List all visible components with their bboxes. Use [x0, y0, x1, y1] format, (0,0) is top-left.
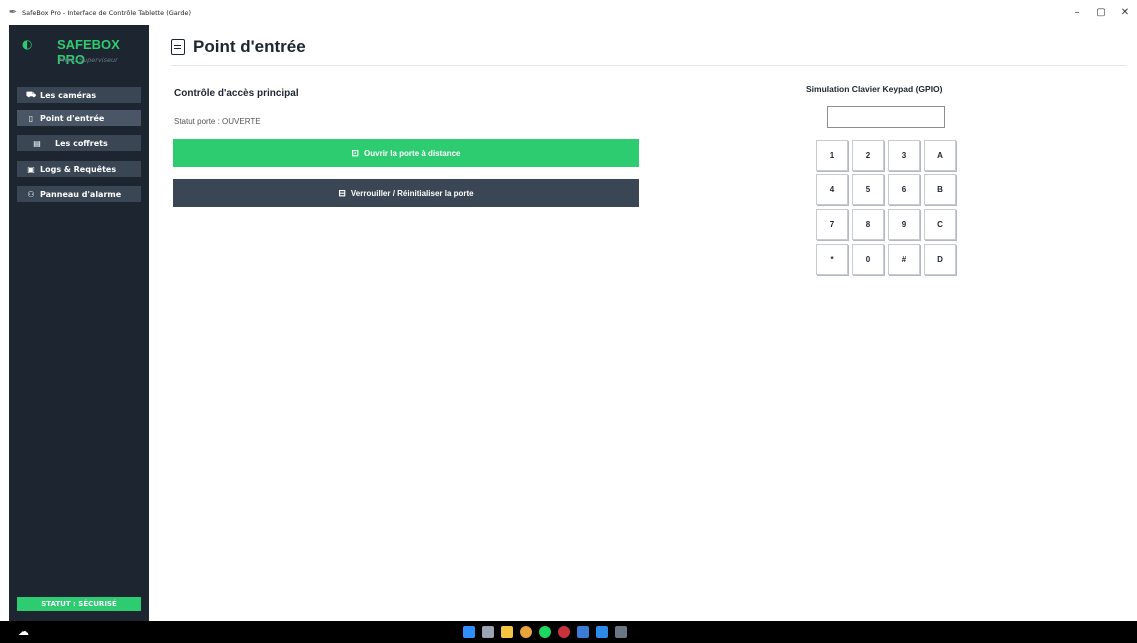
page-title: Point d'entrée	[193, 37, 306, 56]
main-panel: Point d'entrée Contrôle d'accès principa…	[149, 25, 1137, 621]
sidebar-item-cameras[interactable]: ⛟ Les caméras	[17, 87, 141, 103]
door-status: Statut porte : OUVERTE	[174, 117, 261, 126]
brand-subtitle: Menu Superviseur	[59, 56, 118, 64]
brand: ◐ SAFEBOX PRO Menu Superviseur	[9, 37, 149, 67]
sidebar-item-label: Les caméras	[40, 90, 97, 100]
lock-door-label: Verrouiller / Réinitialiser la porte	[350, 188, 474, 198]
lock-door-button[interactable]: ⊟ Verrouiller / Réinitialiser la porte	[173, 179, 639, 207]
key-1[interactable]: 1	[816, 140, 848, 171]
sidebar-item-safes[interactable]: ▤ Les coffrets	[17, 135, 141, 151]
sidebar-item-logs[interactable]: ▣ Logs & Requêtes	[17, 161, 141, 177]
sidebar-item-label: Point d'entrée	[40, 113, 105, 123]
open-door-label: Ouvrir la porte à distance	[364, 148, 461, 158]
key-4[interactable]: 4	[816, 174, 848, 205]
python-app-icon[interactable]	[615, 626, 627, 638]
window-title: SafeBox Pro - Interface de Contrôle Tabl…	[22, 8, 191, 17]
key-6[interactable]: 6	[888, 174, 920, 205]
key-2[interactable]: 2	[852, 140, 884, 171]
key-0[interactable]: 0	[852, 244, 884, 275]
taskbar: ☁	[0, 621, 1137, 643]
keypad-title: Simulation Clavier Keypad (GPIO)	[806, 84, 943, 94]
feather-icon: ✒	[8, 7, 18, 18]
door-icon: ▯	[28, 113, 34, 123]
document-icon	[171, 39, 185, 55]
header-divider	[171, 65, 1127, 66]
page-header: Point d'entrée	[171, 37, 306, 57]
log-icon: ▣	[27, 164, 35, 174]
key-3[interactable]: 3	[888, 140, 920, 171]
lock-icon: ⊟	[338, 187, 346, 198]
unlock-icon: ⊡	[351, 147, 360, 158]
key-c[interactable]: C	[924, 209, 956, 240]
key-9[interactable]: 9	[888, 209, 920, 240]
key-d[interactable]: D	[924, 244, 956, 275]
safe-icon: ▤	[33, 138, 41, 148]
key-b[interactable]: B	[924, 174, 956, 205]
vscode-icon[interactable]	[596, 626, 608, 638]
maximize-icon[interactable]: ▢	[1089, 0, 1113, 25]
file-explorer-icon[interactable]	[501, 626, 513, 638]
weather-icon[interactable]: ☁	[18, 625, 29, 638]
windows-start-icon[interactable]	[463, 626, 475, 638]
key-7[interactable]: 7	[816, 209, 848, 240]
alarm-icon: ⚇	[27, 189, 35, 199]
spotify-icon[interactable]	[539, 626, 551, 638]
sidebar-item-alarm[interactable]: ⚇ Panneau d'alarme	[17, 186, 141, 202]
key-8[interactable]: 8	[852, 209, 884, 240]
camera-icon: ⛟	[25, 90, 37, 99]
key-star[interactable]: *	[816, 244, 848, 275]
key-hash[interactable]: #	[888, 244, 920, 275]
shield-icon: ◐	[22, 37, 33, 51]
window-controls: – ▢ ✕	[1065, 0, 1137, 25]
sidebar-item-entry-point[interactable]: ▯ Point d'entrée	[17, 110, 141, 126]
sidebar-item-label: Logs & Requêtes	[40, 164, 117, 174]
chrome-icon[interactable]	[520, 626, 532, 638]
key-5[interactable]: 5	[852, 174, 884, 205]
sidebar-item-label: Les coffrets	[55, 138, 108, 148]
key-a[interactable]: A	[924, 140, 956, 171]
keypad-display[interactable]	[827, 106, 945, 128]
open-door-button[interactable]: ⊡ Ouvrir la porte à distance	[173, 139, 639, 167]
section-title: Contrôle d'accès principal	[174, 88, 299, 99]
status-badge: STATUT : SÉCURISÉ	[17, 597, 141, 611]
task-view-icon[interactable]	[482, 626, 494, 638]
sidebar-item-label: Panneau d'alarme	[40, 189, 122, 199]
minimize-icon[interactable]: –	[1065, 0, 1089, 25]
window-titlebar: ✒ SafeBox Pro - Interface de Contrôle Ta…	[0, 0, 1137, 25]
security-app-icon[interactable]	[558, 626, 570, 638]
sidebar: ◐ SAFEBOX PRO Menu Superviseur ⛟ Les cam…	[9, 25, 149, 621]
monitor-app-icon[interactable]	[577, 626, 589, 638]
close-icon[interactable]: ✕	[1113, 0, 1137, 25]
